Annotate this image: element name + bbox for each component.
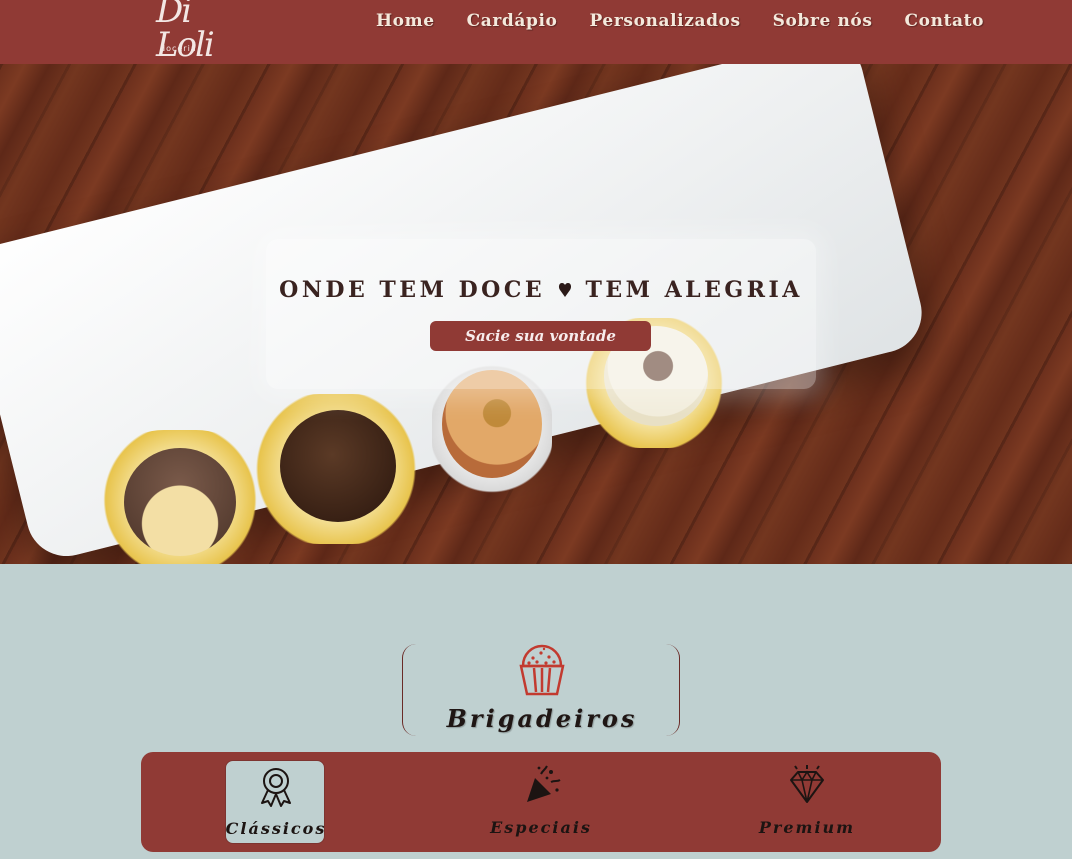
tab-label: Premium — [758, 818, 856, 837]
diamond-icon — [790, 765, 824, 803]
sweet — [280, 410, 396, 522]
category-card: Brigadeiros — [402, 644, 680, 736]
logo[interactable]: Di Loli doceria — [152, 0, 215, 62]
nav-link-personalizados[interactable]: Personalizados — [576, 9, 755, 33]
tab-label: Especiais — [490, 818, 592, 837]
tab-label: Clássicos — [225, 819, 327, 838]
nav-link-home[interactable]: Home — [362, 9, 449, 33]
logo-subtitle: doceria — [160, 44, 197, 53]
main-nav: Home Cardápio Personalizados Sobre nós C… — [362, 9, 998, 33]
nav-link-cardapio[interactable]: Cardápio — [453, 9, 572, 33]
nav-link-contato[interactable]: Contato — [891, 9, 999, 33]
hero-title: ONDE TEM DOCE TEM ALEGRIA — [266, 277, 816, 303]
tab-premium[interactable]: Premium — [757, 760, 857, 844]
tab-especiais[interactable]: Especiais — [490, 760, 591, 844]
sweet — [124, 448, 236, 556]
nav-link-sobre-nos[interactable]: Sobre nós — [759, 9, 887, 33]
cta-button[interactable]: Sacie sua vontade — [430, 321, 651, 351]
hero-title-left: ONDE TEM DOCE — [279, 277, 546, 303]
heart-icon — [559, 283, 572, 297]
navbar: Di Loli doceria Home Cardápio Personaliz… — [0, 0, 1072, 64]
hero-title-right: TEM ALEGRIA — [585, 277, 803, 303]
products-section: Brigadeiros Clássicos Especiais Premium — [0, 564, 1072, 859]
hero-banner: ONDE TEM DOCE TEM ALEGRIA Sacie sua vont… — [0, 64, 1072, 564]
category-title: Brigadeiros — [446, 704, 638, 733]
category-tabs: Clássicos Especiais Premium — [141, 752, 941, 852]
award-ribbon-icon — [261, 768, 291, 807]
party-popper-icon — [527, 765, 561, 802]
tab-classicos[interactable]: Clássicos — [225, 760, 325, 844]
hero-card: ONDE TEM DOCE TEM ALEGRIA Sacie sua vont… — [266, 239, 816, 389]
cupcake-icon — [519, 644, 565, 696]
